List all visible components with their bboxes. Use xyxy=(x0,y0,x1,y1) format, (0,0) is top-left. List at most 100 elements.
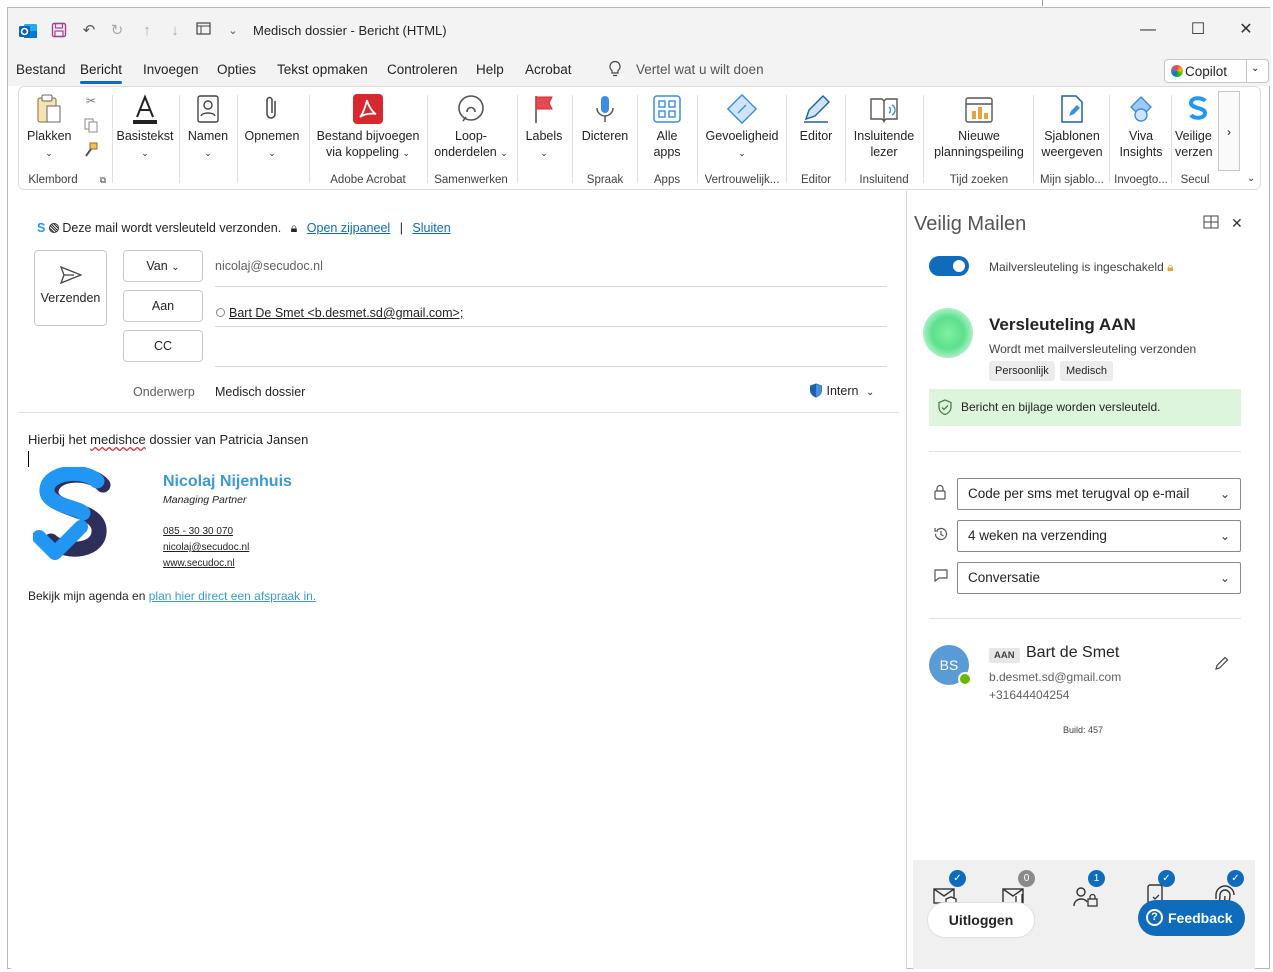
paste-button[interactable]: Plakken ⌄ xyxy=(27,93,71,161)
message-body-line[interactable]: Hierbij het medishce dossier van Patrici… xyxy=(28,432,308,447)
viva-insights-button[interactable]: Viva Insights xyxy=(1113,93,1169,160)
reply-mode-value: Conversatie xyxy=(968,570,1041,585)
redo-icon[interactable]: ↻ xyxy=(108,22,126,40)
save-icon[interactable] xyxy=(50,22,68,40)
recipient-count-badge: 1 xyxy=(1088,870,1105,887)
format-painter-icon[interactable] xyxy=(79,142,103,162)
to-button[interactable]: Aan xyxy=(123,290,203,322)
copy-icon[interactable] xyxy=(79,117,103,137)
logout-button[interactable]: Uitloggen xyxy=(927,902,1035,938)
names-button[interactable]: Namen ⌄ xyxy=(183,93,233,161)
arrow-up-icon[interactable]: ↑ xyxy=(138,22,156,40)
tab-bericht[interactable]: Bericht xyxy=(80,62,123,84)
adobe-acrobat-icon xyxy=(353,94,383,124)
from-button[interactable]: Van ⌄ xyxy=(123,250,203,282)
toggle-status-line: Mailversleuteling is ingeschakeld 🔒︎ xyxy=(989,260,1174,275)
group-invoegtoepassingen: Invoegto... xyxy=(1114,174,1168,186)
sensitivity-label-selector[interactable]: Intern ⌄ xyxy=(809,383,874,398)
viva-insights-icon xyxy=(1130,96,1152,122)
agenda-line: Bekijk mijn agenda en plan hier direct e… xyxy=(28,589,316,603)
ribbon-scroll-right-icon[interactable]: › xyxy=(1218,91,1240,171)
group-vertrouwelijk: Vertrouwelijk... xyxy=(704,174,780,186)
undo-icon[interactable]: ↶ xyxy=(80,22,98,40)
labels-label: Labels xyxy=(525,129,563,143)
ribbon-separator xyxy=(112,95,113,183)
cut-icon[interactable]: ✂ xyxy=(79,93,103,109)
immersive-reader-button[interactable]: Insluitende lezer xyxy=(849,93,919,160)
arrow-down-icon[interactable]: ↓ xyxy=(166,22,184,40)
tag-medisch: Medisch xyxy=(1060,361,1113,381)
dictate-label: Dicteren xyxy=(581,129,629,143)
view-templates-button[interactable]: Sjablonen weergeven xyxy=(1037,93,1107,160)
recipient-type-badge: AAN xyxy=(989,648,1020,663)
expiry-value: 4 weken na verzending xyxy=(968,528,1107,543)
ribbon-separator xyxy=(237,95,238,183)
signature-email[interactable]: nicolaj@secudoc.nl xyxy=(163,542,249,553)
include-button[interactable]: Opnemen ⌄ xyxy=(241,93,303,161)
open-side-panel-link[interactable]: Open zijpaneel xyxy=(307,221,390,235)
attachment-count-badge: 0 xyxy=(1018,870,1035,887)
all-apps-label-1: Alle xyxy=(656,129,678,143)
cc-button[interactable]: CC xyxy=(123,330,203,362)
field-divider xyxy=(215,286,887,287)
labels-button[interactable]: Labels ⌄ xyxy=(521,93,567,161)
avatar-initials: BS xyxy=(939,657,959,673)
reply-mode-select[interactable]: Conversatie ⌄ xyxy=(957,562,1241,594)
tab-opties[interactable]: Opties xyxy=(217,62,256,77)
expiry-select[interactable]: 4 weken na verzending ⌄ xyxy=(957,520,1241,552)
immersive-reader-icon xyxy=(870,98,898,123)
ribbon-collapse-chevron-icon[interactable]: ⌄ xyxy=(1247,173,1255,184)
close-banner-link[interactable]: Sluiten xyxy=(412,221,450,235)
auth-method-select[interactable]: Code per sms met terugval op e-mail ⌄ xyxy=(957,478,1241,510)
to-recipient-text: Bart De Smet <b.desmet.sd@gmail.com>; xyxy=(229,306,464,320)
all-apps-button[interactable]: Alle apps xyxy=(641,93,693,160)
quick-access-dropdown-icon[interactable]: ⌄ xyxy=(224,22,242,40)
tab-controleren[interactable]: Controleren xyxy=(387,62,458,77)
pane-splitter[interactable] xyxy=(906,191,907,969)
copilot-button[interactable]: Copilot ⌄ xyxy=(1164,59,1269,83)
templates-icon xyxy=(1061,95,1083,123)
encryption-toggle[interactable] xyxy=(929,256,969,276)
subject-input[interactable]: Medisch dossier xyxy=(215,385,305,399)
customize-view-icon[interactable] xyxy=(194,22,212,40)
maximize-icon[interactable]: ☐ xyxy=(1186,20,1210,40)
cc-input-underline[interactable] xyxy=(215,366,887,367)
misspelled-word[interactable]: medishce xyxy=(90,432,146,447)
avatar: BS xyxy=(929,645,972,686)
scheduling-poll-button[interactable]: Nieuwe planningspeiling xyxy=(927,93,1031,160)
chevron-down-icon[interactable]: ⌄ xyxy=(1251,63,1259,74)
close-icon[interactable]: ✕ xyxy=(1234,20,1258,40)
to-recipient[interactable]: Bart De Smet <b.desmet.sd@gmail.com>; xyxy=(216,306,463,320)
tab-acrobat[interactable]: Acrobat xyxy=(525,62,572,77)
send-button[interactable]: Verzenden xyxy=(34,250,107,326)
edit-pencil-icon[interactable] xyxy=(1213,656,1229,676)
tab-bestand[interactable]: Bestand xyxy=(16,62,66,77)
tab-tekst-opmaken[interactable]: Tekst opmaken xyxy=(277,62,368,77)
tab-help[interactable]: Help xyxy=(476,62,504,77)
paperclip-icon xyxy=(266,96,276,119)
acrobat-attach-button[interactable]: Bestand bijvoegen via koppeling ⌄ xyxy=(313,93,423,161)
tell-me-search[interactable]: Vertel wat u wilt doen xyxy=(636,62,764,77)
window-title: Medisch dossier - Bericht (HTML) xyxy=(253,23,447,38)
close-panel-icon[interactable]: ✕ xyxy=(1231,215,1243,232)
presence-icon xyxy=(216,308,225,317)
signature-phone[interactable]: 085 - 30 30 070 xyxy=(163,526,233,537)
outlook-logo-icon xyxy=(18,21,37,39)
signature-name: Nicolaj Nijenhuis xyxy=(163,473,292,490)
menu-bar: Bestand Bericht Invoegen Opties Tekst op… xyxy=(8,52,1271,86)
minimize-icon[interactable]: — xyxy=(1136,20,1160,40)
banner-separator: | xyxy=(399,221,403,235)
dialog-launcher-icon[interactable]: ⧉ xyxy=(95,175,111,186)
loop-components-button[interactable]: Loop-onderdelen ⌄ xyxy=(431,93,511,161)
agenda-link[interactable]: plan hier direct een afspraak in. xyxy=(149,589,316,603)
dictate-button[interactable]: Dicteren xyxy=(576,93,634,144)
pin-panel-icon[interactable] xyxy=(1203,215,1219,232)
feedback-button[interactable]: ? Feedback xyxy=(1138,900,1245,936)
panel-divider xyxy=(929,451,1241,452)
tab-invoegen[interactable]: Invoegen xyxy=(143,62,199,77)
basic-text-button[interactable]: Basistekst ⌄ xyxy=(115,93,175,161)
signature-website[interactable]: www.secudoc.nl xyxy=(163,558,235,569)
sensitivity-button[interactable]: Gevoeligheid ⌄ xyxy=(701,93,783,161)
secure-send-button[interactable]: Veilige verzen xyxy=(1175,93,1217,160)
editor-button[interactable]: Editor xyxy=(790,93,842,144)
